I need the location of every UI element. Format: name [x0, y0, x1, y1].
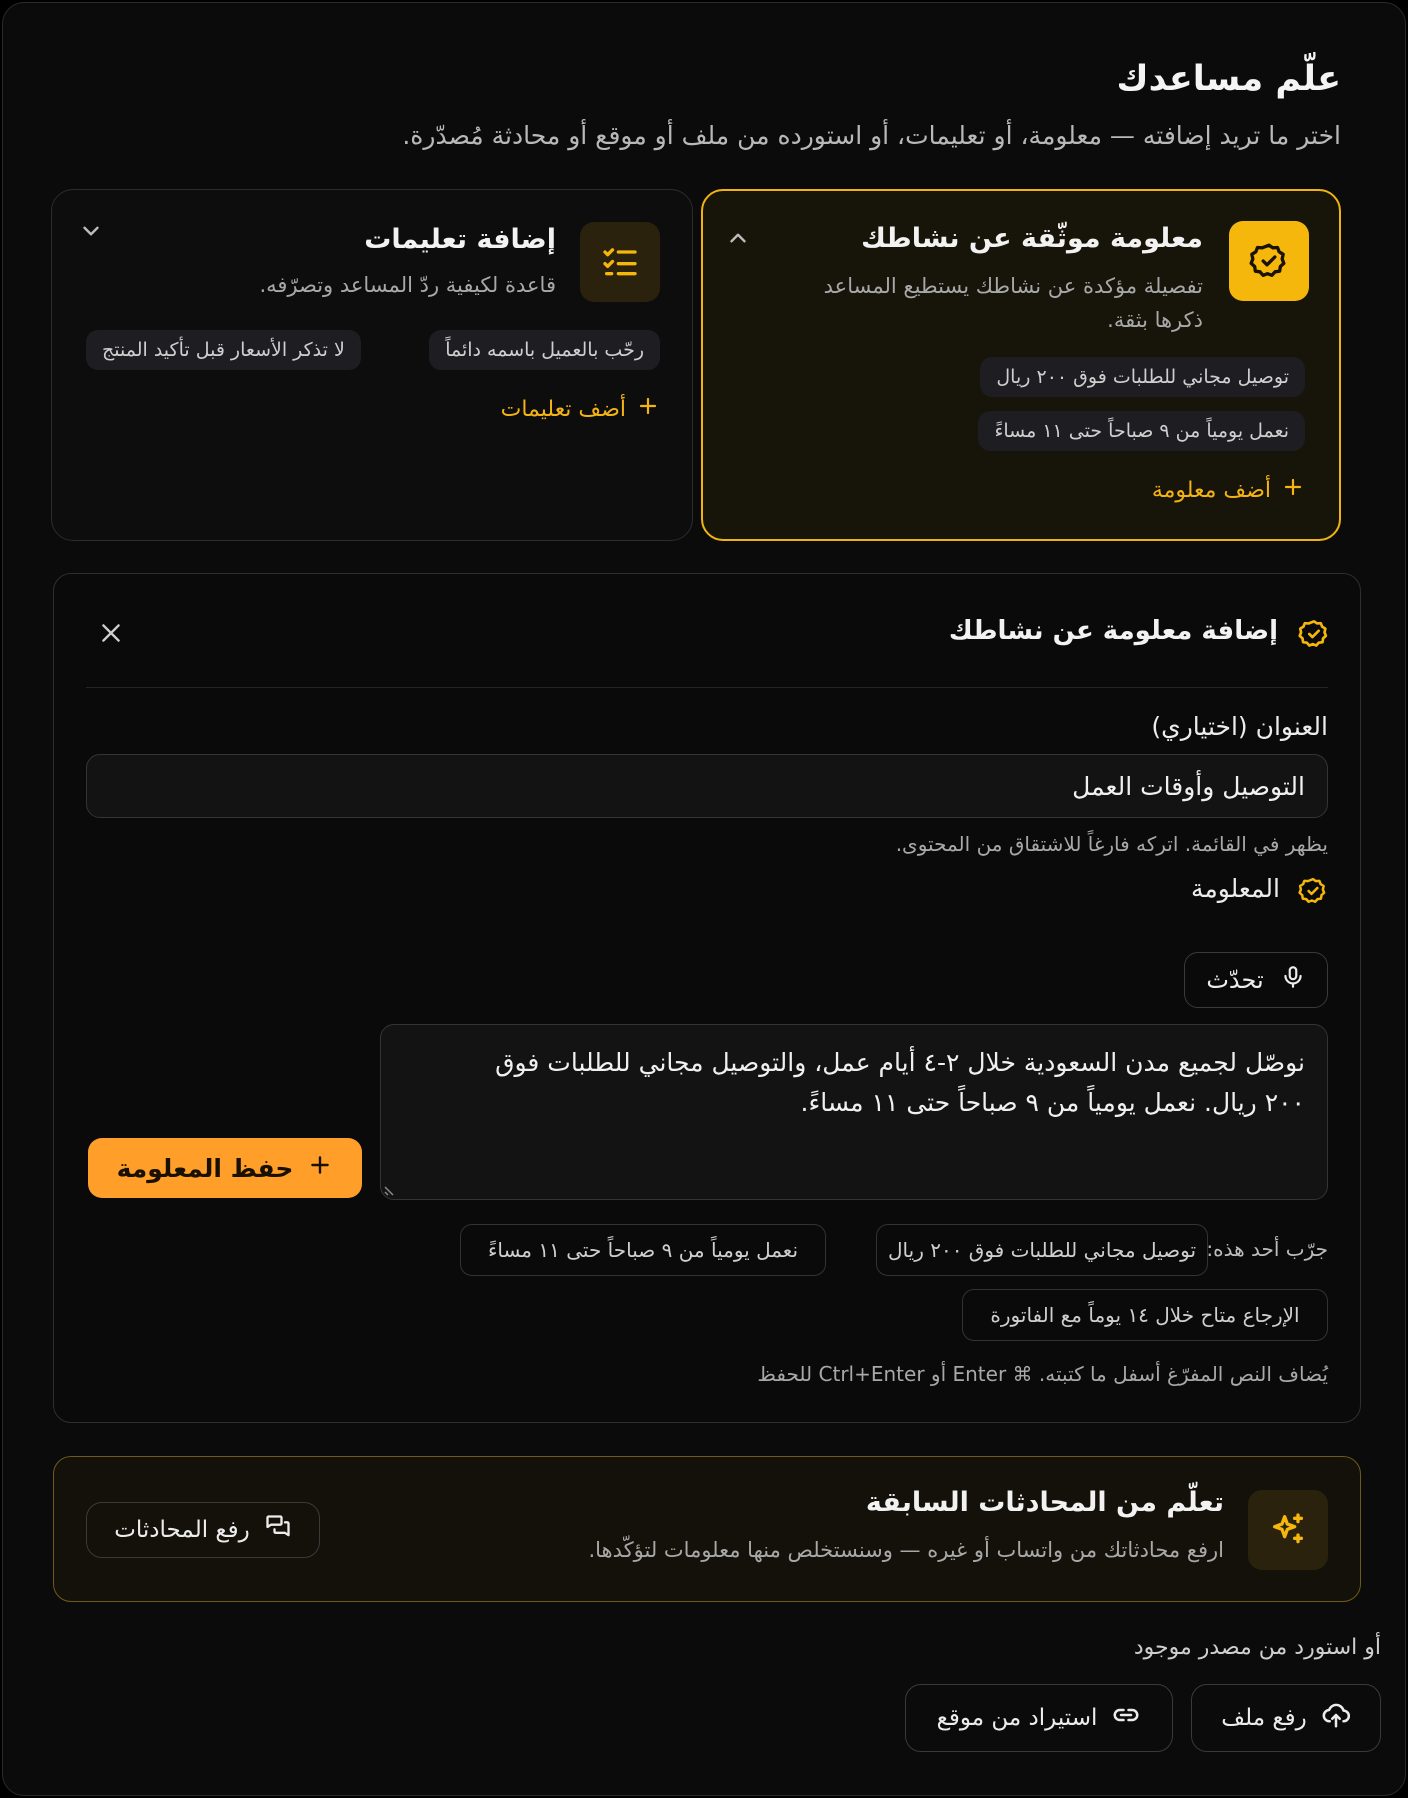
title-hint: يظهر في القائمة. اتركه فارغاً للاشتقاق م… [895, 832, 1328, 856]
knowledge-option-card[interactable]: معلومة موثّقة عن نشاطك تفصيلة مؤكدة عن ن… [701, 189, 1341, 541]
save-knowledge-button[interactable]: حفظ المعلومة [88, 1138, 362, 1198]
panel-title: إضافة معلومة عن نشاطك [948, 616, 1278, 646]
learn-title: تعلّم من المحادثات السابقة [865, 1487, 1224, 1518]
speak-button[interactable]: تحدّث [1184, 952, 1328, 1008]
knowledge-card-description: تفصيلة مؤكدة عن نشاطك يستطيع المساعد ذكر… [823, 274, 1203, 332]
title-input[interactable]: التوصيل وأوقات العمل [86, 754, 1328, 818]
sparkles-icon [1248, 1490, 1328, 1570]
close-icon[interactable] [98, 620, 124, 650]
chevron-down-icon[interactable] [78, 218, 104, 248]
upload-file-button[interactable]: رفع ملف [1191, 1684, 1381, 1752]
import-website-button[interactable]: استيراد من موقع [905, 1684, 1173, 1752]
upload-cloud-icon [1321, 1700, 1351, 1736]
microphone-icon [1280, 964, 1306, 996]
content-field-label: المعلومة [1190, 874, 1280, 903]
suggestion-chip[interactable]: نعمل يومياً من ٩ صباحاً حتى ١١ مساءً [460, 1224, 826, 1276]
knowledge-chip: نعمل يومياً من ٩ صباحاً حتى ١١ مساءً [978, 411, 1305, 451]
resize-handle-icon[interactable] [383, 1183, 397, 1197]
page-title: علّم مساعدك [1116, 59, 1341, 99]
page-subtitle: اختر ما تريد إضافته — معلومة، أو تعليمات… [402, 121, 1341, 150]
verified-badge-icon [1298, 876, 1328, 910]
instructions-option-card[interactable]: إضافة تعليمات قاعدة لكيفية ردّ المساعد و… [51, 189, 693, 541]
verified-badge-icon [1298, 618, 1330, 654]
import-section-label: أو استورد من مصدر موجود [1133, 1635, 1381, 1660]
suggestion-chip[interactable]: الإرجاع متاح خلال ١٤ يوماً مع الفاتورة [962, 1289, 1328, 1341]
plus-icon [307, 1152, 333, 1184]
title-field-label: العنوان (اختياري) [1151, 712, 1328, 741]
learn-from-conversations-card: تعلّم من المحادثات السابقة ارفع محادثاتك… [53, 1456, 1361, 1602]
chevron-up-icon[interactable] [725, 225, 751, 255]
chat-bubbles-icon [264, 1513, 292, 1547]
teach-assistant-window: علّم مساعدك اختر ما تريد إضافته — معلومة… [2, 2, 1406, 1796]
link-icon [1111, 1700, 1141, 1736]
verified-badge-icon [1229, 221, 1309, 301]
suggestion-chip[interactable]: توصيل مجاني للطلبات فوق ٢٠٠ ريال [876, 1224, 1208, 1276]
add-instruction-link[interactable]: أضف تعليمات [501, 394, 660, 424]
instruction-chip: لا تذكر الأسعار قبل تأكيد المنتج [86, 330, 361, 370]
save-shortcut-hint: يُضاف النص المفرّغ أسفل ما كتبته. ⌘ Ente… [757, 1362, 1328, 1386]
add-knowledge-panel: إضافة معلومة عن نشاطك العنوان (اختياري) … [53, 573, 1361, 1423]
plus-icon [636, 394, 660, 424]
instruction-chip: رحّب بالعميل باسمه دائماً [429, 330, 660, 370]
panel-divider [86, 687, 1328, 688]
checklist-icon [580, 222, 660, 302]
knowledge-chip: توصيل مجاني للطلبات فوق ٢٠٠ ريال [980, 357, 1305, 397]
add-knowledge-link[interactable]: أضف معلومة [1152, 475, 1305, 505]
knowledge-card-title: معلومة موثّقة عن نشاطك [861, 223, 1203, 254]
suggestions-label: جرّب أحد هذه: [1206, 1237, 1328, 1261]
instructions-card-title: إضافة تعليمات [364, 224, 556, 255]
instructions-card-description: قاعدة لكيفية ردّ المساعد وتصرّفه. [259, 273, 556, 297]
plus-icon [1281, 475, 1305, 505]
upload-conversations-button[interactable]: رفع المحادثات [86, 1502, 320, 1558]
learn-description: ارفع محادثاتك من واتساب أو غيره — وسنستخ… [588, 1538, 1224, 1562]
content-textarea[interactable]: نوصّل لجميع مدن السعودية خلال ٢-٤ أيام ع… [380, 1024, 1328, 1200]
